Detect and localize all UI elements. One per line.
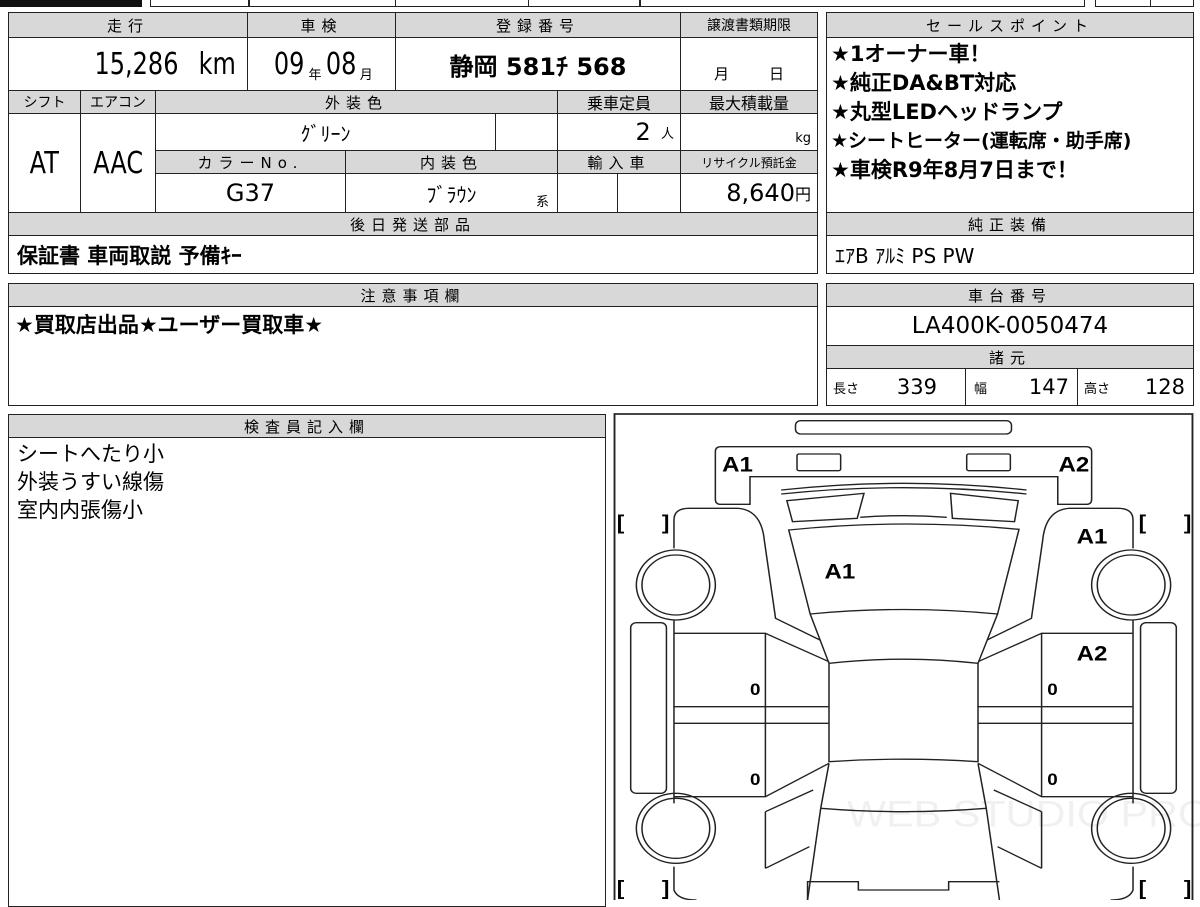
- mark-left-rear-door: 0: [750, 680, 761, 699]
- interior-color-suffix: 系: [535, 195, 549, 210]
- notes-text: ★買取店出品★ユーザー買取車★: [15, 313, 324, 337]
- imported-cell-1: [557, 173, 618, 213]
- inspector-line: 外装うすい線傷: [17, 470, 164, 494]
- equipment-label: 純正装備: [826, 212, 1194, 236]
- mark-right-rear-quarter: A1: [1077, 524, 1108, 548]
- transfer-day: 日: [769, 65, 785, 83]
- width-label: 幅: [974, 381, 988, 397]
- inspector-label: 検査員記入欄: [8, 414, 606, 438]
- aircon-value: AAC: [80, 113, 156, 213]
- recycle-fee-number: 8,640: [726, 179, 795, 207]
- height-value: 128: [1144, 375, 1185, 399]
- mark-right-rear-door-num: 0: [1047, 680, 1058, 699]
- mark-left-front-door: 0: [750, 770, 761, 789]
- mark-right-rear-door: A2: [1077, 641, 1108, 665]
- bracket-close: ]: [662, 877, 670, 900]
- inspector-notes: シートへたり小 外装うすい線傷 室内内張傷小: [8, 437, 606, 907]
- aircon-text: AAC: [93, 145, 143, 181]
- sales-point-item: ★1オーナー車！: [831, 42, 991, 66]
- recycle-fee-label: リサイクル預託金: [680, 150, 818, 174]
- max-load-value: kg: [680, 113, 818, 151]
- sales-point-item: ★純正DA&BT対応: [831, 71, 1017, 95]
- chassis-label: 車台番号: [826, 283, 1194, 307]
- sales-point-item: ★シートヒーター(運転席・助手席): [831, 130, 1132, 152]
- color-no-value: G37: [155, 173, 346, 213]
- later-parts-value: 保証書 車両取説 予備ｷｰ: [8, 235, 818, 274]
- exterior-color-value: ｸﾞﾘｰﾝ: [155, 113, 496, 151]
- bracket-close: ]: [1184, 512, 1192, 535]
- inspection-value: 09 年 08 月: [247, 37, 396, 91]
- capacity-value: 2 人: [557, 113, 681, 151]
- exterior-color-label: 外装色: [155, 90, 558, 114]
- later-parts-label: 後日発送部品: [8, 212, 818, 236]
- transfer-docs-value: 月日: [680, 37, 818, 91]
- year-unit: 年: [308, 67, 322, 83]
- shift-label: シフト: [8, 90, 81, 114]
- sales-points-list: ★1オーナー車！ ★純正DA&BT対応 ★丸型LEDヘッドランプ ★シートヒータ…: [826, 37, 1194, 213]
- mark-rear-right: A2: [1059, 452, 1090, 476]
- inspection-label: 車検: [247, 12, 396, 38]
- registration-label: 登録番号: [395, 12, 681, 38]
- inspection-month: 08: [325, 46, 356, 82]
- imported-cell-2: [617, 173, 681, 213]
- capacity-label: 乗車定員: [557, 90, 681, 114]
- bracket-open: [: [1139, 512, 1147, 535]
- mark-right-front-door: 0: [1047, 770, 1058, 789]
- watermark: WEB STUDIO PRO: [847, 795, 1200, 835]
- month-unit: 月: [359, 67, 373, 83]
- sales-point-item: ★丸型LEDヘッドランプ: [831, 100, 1063, 124]
- shift-value: AT: [8, 113, 81, 213]
- mark-rear-glass: A1: [824, 559, 855, 583]
- bracket-open: [: [617, 877, 625, 900]
- shift-text: AT: [29, 145, 60, 181]
- inspector-line: 室内内張傷小: [17, 498, 143, 522]
- mileage-unit: km: [199, 46, 237, 82]
- sales-point-item: ★車検R9年8月7日まで！: [831, 158, 1078, 182]
- length-value: 339: [896, 375, 937, 399]
- max-load-label: 最大積載量: [680, 90, 818, 114]
- bracket-open: [: [617, 512, 625, 535]
- aircon-label: エアコン: [80, 90, 156, 114]
- bracket-close: ]: [1184, 877, 1192, 900]
- max-load-unit: kg: [795, 131, 811, 146]
- length-label: 長さ: [833, 381, 860, 397]
- specs-label: 諸元: [826, 345, 1194, 369]
- mileage-value: 15,286 km: [8, 37, 248, 91]
- chassis-value: LA400K-0050474: [826, 306, 1194, 346]
- spec-length: 長さ 339: [826, 368, 966, 406]
- recycle-fee-unit: 円: [794, 185, 811, 204]
- notes-label: 注意事項欄: [8, 283, 818, 307]
- imported-label: 輸入車: [557, 150, 681, 174]
- registration-value: 静岡 581ﾁ 568: [395, 37, 681, 91]
- color-no-label: カラーNo.: [155, 150, 346, 174]
- transfer-month: 月: [713, 65, 729, 83]
- recycle-fee-value: 8,640 円: [680, 173, 818, 213]
- spec-width: 幅 147: [965, 368, 1078, 406]
- height-label: 高さ: [1084, 381, 1111, 397]
- bracket-open: [: [1139, 877, 1147, 900]
- mileage-label: 走行: [8, 12, 248, 38]
- spec-height: 高さ 128: [1077, 368, 1194, 406]
- exterior-color-extra: [495, 113, 558, 151]
- interior-color-text: ﾌﾞﾗｳﾝ: [426, 182, 477, 207]
- sales-points-label: セールスポイント: [826, 12, 1194, 38]
- inspection-year: 09: [274, 46, 305, 82]
- interior-color-label: 内装色: [345, 150, 558, 174]
- width-value: 147: [1028, 375, 1069, 399]
- mark-rear-left: A1: [722, 452, 753, 476]
- transfer-docs-label: 譲渡書類期限: [680, 12, 818, 38]
- mileage-number: 15,286: [94, 46, 179, 82]
- interior-color-value: ﾌﾞﾗｳﾝ 系: [345, 173, 558, 213]
- capacity-number: 2: [635, 118, 651, 146]
- car-damage-diagram: A1 A2 A1 A1 A2 0 0 0 0 [ ] [ ] [ ] [ ] W…: [613, 413, 1200, 900]
- bracket-close: ]: [662, 512, 670, 535]
- inspector-line: シートへたり小: [17, 442, 164, 466]
- equipment-value: ｴｱB ｱﾙﾐ PS PW: [826, 235, 1194, 274]
- capacity-unit: 人: [660, 126, 674, 142]
- notes-content: ★買取店出品★ユーザー買取車★: [8, 306, 818, 406]
